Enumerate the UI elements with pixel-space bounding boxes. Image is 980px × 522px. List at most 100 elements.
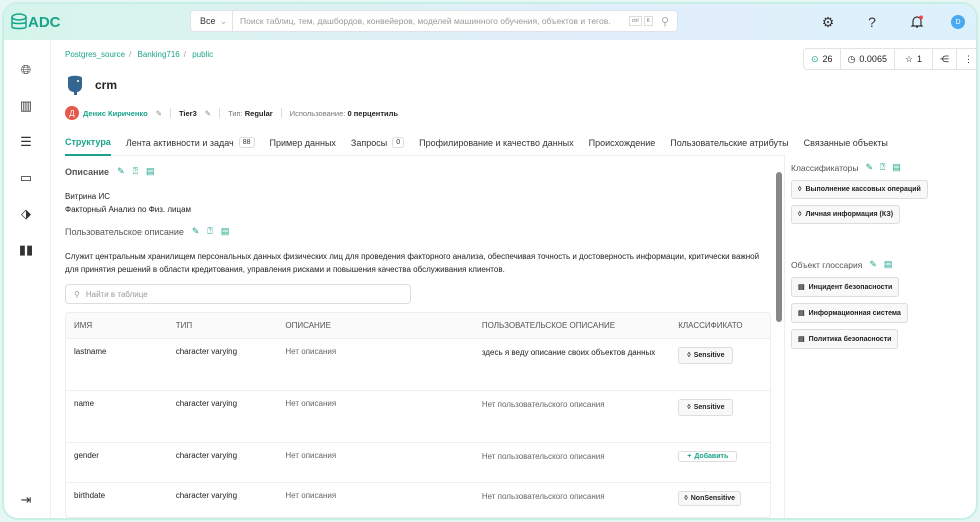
column-header: ИМЯ bbox=[74, 321, 93, 330]
global-search: Все ⌄ Поиск таблиц, тем, дашбордов, конве… bbox=[190, 10, 678, 32]
tab-structure[interactable]: Структура bbox=[65, 130, 111, 156]
request-description-icon[interactable]: ⍰ bbox=[207, 226, 212, 237]
entity-stats: ⊙ 26 ◷ 0.0065 ☆ 1 ⋲ ⋮ bbox=[803, 48, 976, 70]
column-description: Нет описания bbox=[285, 491, 337, 500]
table-row: birthdate character varying Нет описания Не… bbox=[66, 483, 770, 517]
column-type: character varying bbox=[175, 491, 238, 500]
database-logo-icon bbox=[11, 13, 27, 30]
chevron-down-icon: ⌄ bbox=[219, 15, 228, 26]
library-icon[interactable]: ▮▮ bbox=[16, 240, 36, 260]
table-row: name character varying Нет описания Нет пол… bbox=[66, 391, 770, 443]
edit-pencil-icon[interactable]: ✎ bbox=[865, 162, 873, 173]
description-section-header: Описание ✎ ⍰ ▤ bbox=[65, 166, 155, 177]
logout-icon[interactable]: ⇥ bbox=[16, 490, 36, 510]
content-scrollbar[interactable] bbox=[775, 164, 783, 518]
tag-icon: ◊ bbox=[798, 186, 802, 193]
settings-gear-icon[interactable]: ⚙ bbox=[818, 12, 838, 32]
table-row: gender character varying Нет описания Нет п… bbox=[66, 443, 770, 483]
breadcrumb-item[interactable]: Banking716 bbox=[138, 50, 180, 59]
search-scope-select[interactable]: Все ⌄ bbox=[191, 11, 233, 31]
classifier-tag[interactable]: ◊ Sensitive bbox=[678, 399, 734, 416]
tag-icon[interactable]: ⬗ bbox=[16, 204, 36, 224]
share-icon: ⋲ bbox=[940, 53, 950, 64]
usage-label: Использование: bbox=[289, 108, 346, 118]
request-description-icon[interactable]: ⍰ bbox=[133, 166, 138, 177]
freshness-button[interactable]: ◷ 0.0065 bbox=[841, 49, 895, 69]
help-icon[interactable]: ? bbox=[862, 12, 882, 32]
tab-related-objects[interactable]: Связанные объекты bbox=[804, 130, 888, 156]
comment-icon[interactable]: ▤ bbox=[884, 259, 893, 270]
star-icon: ☆ bbox=[904, 53, 914, 64]
tab-sample-data[interactable]: Пример данных bbox=[270, 130, 336, 156]
glossary-term[interactable]: ▤ Информационная система bbox=[791, 303, 908, 323]
tab-label: Пользовательские атрибуты bbox=[670, 137, 789, 148]
scrollbar-thumb[interactable] bbox=[776, 172, 782, 322]
search-icon[interactable]: ⚲ bbox=[661, 15, 669, 28]
notification-bell-icon[interactable] bbox=[907, 12, 927, 32]
column-type: character varying bbox=[175, 451, 238, 460]
add-classifier-button[interactable]: + Добавить bbox=[678, 451, 738, 462]
tab-queries[interactable]: Запросы 0 bbox=[351, 130, 405, 156]
views-button[interactable]: ⊙ 26 bbox=[804, 49, 841, 69]
edit-pencil-icon[interactable]: ✎ bbox=[117, 166, 125, 177]
description-text: Витрина ИС Факторный Анализ по Физ. лицам bbox=[65, 190, 191, 216]
glossary-term-icon: ▤ bbox=[798, 284, 805, 291]
classifier-tag[interactable]: ◊ Sensitive bbox=[678, 347, 734, 364]
columns-table: ИМЯ ТИП ОПИСАНИЕ ПОЛЬЗОВАТЕЛЬСКОЕ ОПИСАН… bbox=[65, 312, 771, 518]
term-label: Инцидент безопасности bbox=[808, 283, 893, 291]
breadcrumb-item[interactable]: Postgres_source bbox=[65, 50, 125, 59]
classifier-tag[interactable]: ◊ NonSensitive bbox=[678, 491, 742, 506]
logo[interactable]: ADC bbox=[10, 13, 61, 31]
comment-icon[interactable]: ▤ bbox=[146, 166, 155, 177]
column-header: ОПИСАНИЕ bbox=[285, 321, 331, 330]
tag-label: Sensitive bbox=[693, 352, 725, 359]
search-input[interactable]: Поиск таблиц, тем, дашбордов, конвейеров… bbox=[233, 16, 629, 26]
tab-activity-feed[interactable]: Лента активности и задач 88 bbox=[126, 130, 255, 156]
tab-profiling[interactable]: Профилирование и качество данных bbox=[419, 130, 574, 156]
comment-icon[interactable]: ▤ bbox=[221, 226, 230, 237]
glossary-term[interactable]: ▤ Политика безопасности bbox=[791, 329, 899, 349]
book-icon[interactable]: ▥ bbox=[16, 96, 36, 116]
glossary-term[interactable]: ▤ Инцидент безопасности bbox=[791, 277, 900, 297]
request-icon[interactable]: ⍰ bbox=[880, 162, 885, 173]
more-options-button[interactable]: ⋮ bbox=[957, 49, 976, 69]
breadcrumb-item[interactable]: public bbox=[192, 50, 213, 59]
monitor-icon[interactable]: ▭ bbox=[16, 168, 36, 188]
data-quality-icon[interactable]: ☰ bbox=[16, 132, 36, 152]
tab-label: Пример данных bbox=[269, 137, 336, 148]
tab-label: Происхождение bbox=[588, 137, 656, 148]
section-title: Классификаторы bbox=[791, 162, 859, 173]
type-label: Тип: bbox=[228, 108, 243, 118]
owner-link[interactable]: Денис Кириченко bbox=[83, 109, 148, 118]
edit-tier-pencil-icon[interactable]: ✎ bbox=[205, 109, 211, 118]
explore-globe-icon[interactable]: 🌐︎ bbox=[16, 60, 36, 80]
table-search-input[interactable]: ⚲ Найти в таблице bbox=[65, 284, 411, 304]
section-title: Объект глоссария bbox=[791, 259, 863, 270]
table-row: lastname character varying Нет описания зде… bbox=[66, 339, 770, 391]
share-button[interactable]: ⋲ bbox=[933, 49, 958, 69]
classifier-tag[interactable]: ◊ Выполнение кассовых операций bbox=[791, 180, 928, 199]
edit-owner-pencil-icon[interactable]: ✎ bbox=[156, 109, 162, 118]
tab-custom-attributes[interactable]: Пользовательские атрибуты bbox=[670, 130, 788, 156]
edit-pencil-icon[interactable]: ✎ bbox=[192, 226, 200, 237]
add-label: Добавить bbox=[694, 453, 729, 460]
column-description: Нет описания bbox=[285, 451, 337, 460]
logo-text: ADC bbox=[28, 13, 61, 31]
comment-icon[interactable]: ▤ bbox=[892, 162, 901, 173]
glossary-term-icon: ▤ bbox=[798, 336, 805, 343]
owner-avatar: Д bbox=[65, 106, 79, 120]
edit-pencil-icon[interactable]: ✎ bbox=[869, 259, 877, 270]
tab-lineage[interactable]: Происхождение bbox=[589, 130, 656, 156]
more-vertical-icon: ⋮ bbox=[964, 53, 974, 64]
freshness-value: 0.0065 bbox=[859, 54, 887, 64]
postgres-elephant-icon bbox=[68, 75, 82, 95]
classifier-tag[interactable]: ◊ Личная информация (КЗ) bbox=[791, 205, 901, 224]
user-avatar[interactable]: D bbox=[948, 12, 968, 32]
star-button[interactable]: ☆ 1 bbox=[895, 49, 934, 69]
column-header: ПОЛЬЗОВАТЕЛЬСКОЕ ОПИСАНИЕ bbox=[481, 320, 616, 330]
tab-badge: 0 bbox=[392, 137, 405, 148]
glossary-header: Объект глоссария ✎ ▤ bbox=[791, 259, 974, 270]
section-title: Пользовательское описание bbox=[65, 226, 184, 237]
app-window: ADC Все ⌄ Поиск таблиц, тем, дашбордов, к… bbox=[2, 2, 978, 520]
search-scope-value: Все bbox=[200, 16, 216, 26]
